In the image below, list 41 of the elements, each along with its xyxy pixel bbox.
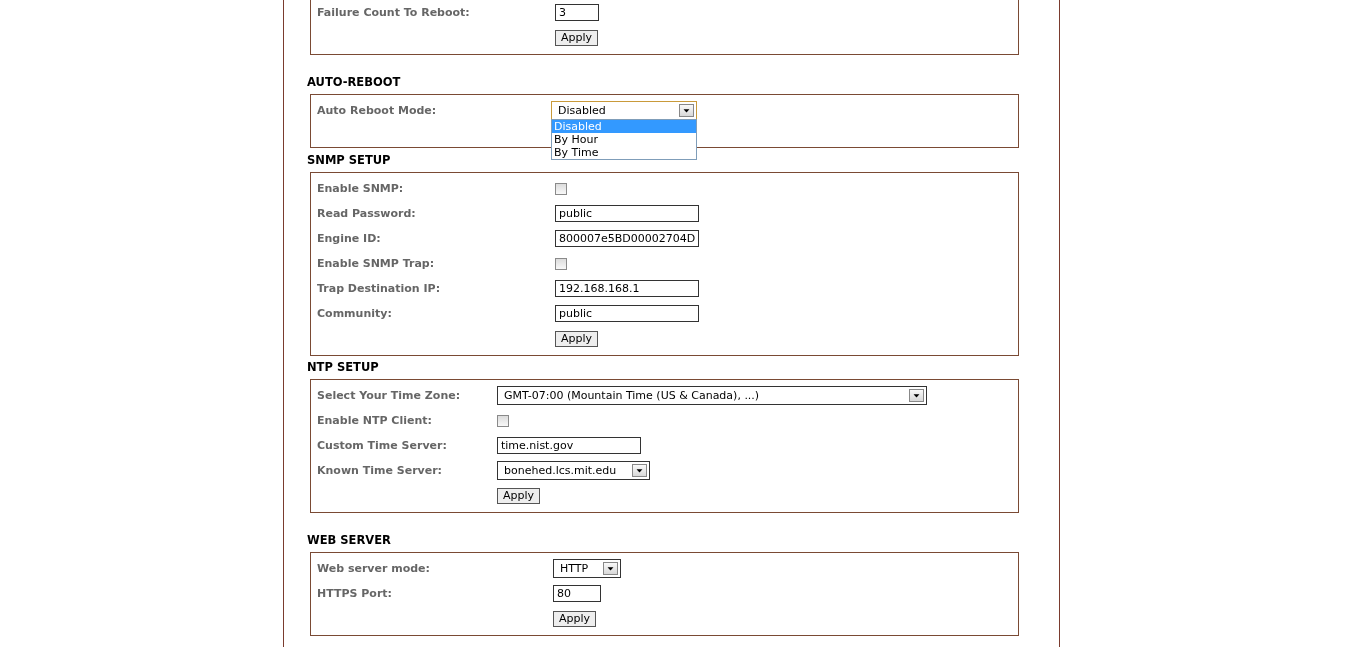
checkbox[interactable] [555,257,567,270]
text-field[interactable]: 800007e5BD00002704D [555,230,699,247]
field-label: Select Your Time Zone: [317,389,461,402]
field-label: Read Password: [317,207,416,220]
section-heading: SNMP SETUP [307,153,391,167]
checkbox[interactable] [555,182,567,195]
field-label: HTTPS Port: [317,587,392,600]
dropdown-option[interactable]: By Hour [552,133,696,146]
caret-icon [603,562,618,575]
field-label: Failure Count To Reboot: [317,6,470,19]
dropdown-option[interactable]: By Time [552,146,696,159]
dropdown[interactable]: HTTP [553,559,621,578]
apply-button[interactable]: Apply [553,610,597,627]
field-label: Enable NTP Client: [317,414,432,427]
text-field[interactable]: public [555,205,699,222]
apply-button[interactable]: Apply [555,29,599,46]
field-label: Custom Time Server: [317,439,447,452]
field-label: Trap Destination IP: [317,282,441,295]
text-field[interactable]: 80 [553,585,601,602]
caret-icon [909,389,924,402]
checkbox[interactable] [497,414,509,427]
field-label: Community: [317,307,392,320]
text-field[interactable]: public [555,305,699,322]
field-label: Enable SNMP: [317,182,404,195]
text-field[interactable]: 3 [555,4,599,21]
section-heading: NTP SETUP [307,360,379,374]
apply-button[interactable]: Apply [497,487,541,504]
field-label: Known Time Server: [317,464,443,477]
dropdown[interactable]: bonehed.lcs.mit.edu [497,461,650,480]
dropdown[interactable]: GMT-07:00 (Mountain Time (US & Canada), ...) [497,386,927,405]
text-field[interactable]: 192.168.168.1 [555,280,699,297]
field-label: Engine ID: [317,232,381,245]
field-label: Web server mode: [317,562,430,575]
caret-icon [632,464,647,477]
field-label: Enable SNMP Trap: [317,257,435,270]
section-heading: WEB SERVER [307,533,391,547]
section-heading: AUTO-REBOOT [307,75,401,89]
apply-button[interactable]: Apply [555,330,599,347]
field-label: Auto Reboot Mode: [317,104,437,117]
text-field[interactable]: time.nist.gov [497,437,641,454]
caret-icon [679,104,694,117]
